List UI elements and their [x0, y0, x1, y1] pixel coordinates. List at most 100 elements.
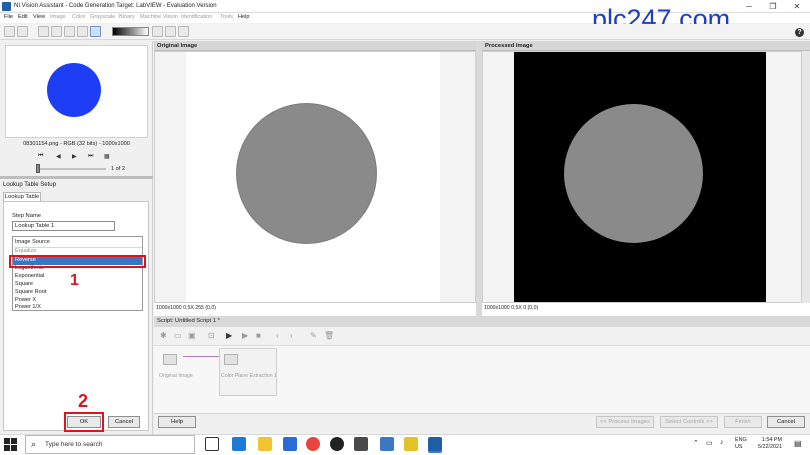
- media-icon[interactable]: [330, 437, 344, 451]
- app-icon: [2, 2, 11, 11]
- step-name-label: Step Name: [12, 213, 41, 219]
- script-title: Script: Untitled Script 1 *: [154, 316, 810, 327]
- clock-time: 1:54 PM: [761, 437, 782, 443]
- browse-grid-icon[interactable]: ▦: [104, 153, 110, 160]
- original-gray-circle: [237, 104, 376, 243]
- move-right-icon[interactable]: ›: [290, 331, 293, 340]
- annotation-number-2: 2: [78, 391, 89, 411]
- file-explorer-icon[interactable]: [258, 437, 272, 451]
- input-language[interactable]: ENG US: [735, 437, 747, 451]
- zoom-mode-icon[interactable]: [90, 26, 101, 37]
- palette-dropdown-icon[interactable]: [152, 26, 163, 37]
- new-script-icon[interactable]: ✱: [160, 331, 167, 340]
- step-label-original: Original Image: [159, 373, 193, 379]
- help-button[interactable]: Help: [158, 416, 196, 428]
- palette-gradient[interactable]: [112, 27, 149, 36]
- script-cancel-button[interactable]: Cancel: [767, 416, 805, 428]
- menu-edit[interactable]: Edit: [18, 14, 28, 20]
- process-images-button[interactable]: << Process Images: [596, 416, 654, 428]
- zoom-reset-icon[interactable]: [77, 26, 88, 37]
- minimize-button[interactable]: ─: [738, 1, 760, 12]
- previous-image-icon[interactable]: ◀: [56, 153, 61, 160]
- script-properties-icon[interactable]: ⊡: [208, 331, 215, 340]
- tool-arrow-icon[interactable]: [165, 26, 176, 37]
- help-icon[interactable]: ?: [795, 28, 804, 37]
- menu-machine-vision[interactable]: Machine Vision: [140, 14, 178, 20]
- network-icon[interactable]: ▭: [706, 439, 713, 447]
- pane-splitter[interactable]: [476, 41, 482, 317]
- language-code: ENG: [735, 437, 747, 443]
- list-item-exponential[interactable]: Exponential: [15, 273, 44, 279]
- processed-image-stats: 1000x1000 0.5X 0 (0,0): [484, 305, 539, 311]
- open-script-icon[interactable]: ▭: [174, 331, 182, 340]
- edit-step-icon[interactable]: ✎: [310, 331, 317, 340]
- original-image-title: Original Image: [154, 41, 476, 51]
- tool-select-icon[interactable]: [178, 26, 189, 37]
- taskbar-clock[interactable]: 1:54 PM 5/22/2021: [758, 437, 782, 451]
- next-image-icon[interactable]: ▶: [72, 153, 77, 160]
- list-item-square[interactable]: Square: [15, 281, 33, 287]
- select-controls-button[interactable]: Select Controls >>: [660, 416, 718, 428]
- menu-identification[interactable]: Identification: [181, 14, 212, 20]
- store-icon[interactable]: [283, 437, 297, 451]
- chrome-icon[interactable]: [306, 437, 320, 451]
- app-icon-gray[interactable]: [354, 437, 368, 451]
- menu-grayscale[interactable]: Grayscale: [90, 14, 115, 20]
- menu-image[interactable]: Image: [50, 14, 66, 20]
- word-icon[interactable]: [380, 437, 394, 451]
- menu-tools[interactable]: Tools: [220, 14, 233, 20]
- save-icon[interactable]: [17, 26, 28, 37]
- finish-button[interactable]: Finish: [724, 416, 762, 428]
- notification-icon[interactable]: ▤: [794, 439, 802, 448]
- image-slider-thumb[interactable]: [36, 164, 40, 173]
- volume-icon[interactable]: ♪: [720, 439, 724, 446]
- list-item-equalize[interactable]: Equalize: [15, 247, 142, 254]
- task-view-icon[interactable]: [205, 437, 219, 451]
- close-button[interactable]: ✕: [786, 1, 808, 12]
- zoom-out-icon[interactable]: [51, 26, 62, 37]
- move-left-icon[interactable]: ‹: [276, 331, 279, 340]
- tray-chevron-icon[interactable]: ⌃: [693, 439, 699, 447]
- vertical-scrollbar[interactable]: [802, 51, 810, 303]
- list-item-square-root[interactable]: Square Root: [15, 289, 46, 295]
- list-item-power-1-x[interactable]: Power 1/X: [15, 304, 41, 310]
- menu-binary[interactable]: Binary: [119, 14, 135, 20]
- step-name-field[interactable]: Lookup Table 1: [12, 221, 115, 231]
- edge-icon[interactable]: [232, 437, 246, 451]
- stop-icon[interactable]: ■: [256, 331, 261, 340]
- list-item-image-source[interactable]: Image Source: [15, 239, 50, 245]
- cancel-button[interactable]: Cancel: [108, 416, 140, 428]
- annotation-number-1: 1: [70, 272, 79, 289]
- search-icon: ⌕: [31, 439, 37, 449]
- annotation-box-2: [64, 412, 104, 432]
- zoom-in-icon[interactable]: [38, 26, 49, 37]
- save-script-icon[interactable]: ▣: [188, 331, 196, 340]
- original-image-stats: 1000x1000 0.5X 255 (0,0): [156, 305, 216, 311]
- step-label-color-plane: Color Plane Extraction 1: [221, 373, 277, 379]
- windows-start-icon[interactable]: [3, 437, 18, 452]
- delete-step-icon[interactable]: 🗑: [324, 331, 334, 340]
- list-item-power-x[interactable]: Power X: [15, 297, 36, 303]
- vision-assistant-taskbar-icon[interactable]: [428, 437, 442, 451]
- maximize-button[interactable]: ❐: [762, 1, 784, 12]
- zoom-fit-icon[interactable]: [64, 26, 75, 37]
- thumbnail-info: 08301154.png - RGB (32 bits) - 1000x1000: [23, 141, 130, 147]
- open-icon[interactable]: [4, 26, 15, 37]
- image-slider-track[interactable]: [38, 168, 106, 170]
- script-toolbar: ✱ ▭ ▣ ⊡ ▶ ▶ ■ ‹ › ✎ 🗑: [154, 327, 810, 345]
- processed-image-title: Processed Image: [482, 41, 810, 51]
- menu-file[interactable]: File: [4, 14, 13, 20]
- original-image-step-icon: [163, 354, 177, 365]
- last-image-icon[interactable]: ⏭: [88, 153, 93, 160]
- menu-view[interactable]: View: [33, 14, 45, 20]
- run-once-icon[interactable]: ▶: [226, 331, 232, 340]
- menu-color[interactable]: Color: [72, 14, 85, 20]
- panel-divider[interactable]: [0, 176, 153, 179]
- menu-help[interactable]: Help: [238, 14, 250, 20]
- image-page-count: 1 of 2: [111, 166, 125, 172]
- run-icon[interactable]: ▶: [242, 331, 248, 340]
- labview-icon[interactable]: [404, 437, 418, 451]
- lookup-table-header: Lookup Table Setup: [3, 182, 56, 188]
- first-image-icon[interactable]: ⏮: [38, 153, 43, 160]
- window-title: NI Vision Assistant - Code Generation Ta…: [14, 3, 217, 9]
